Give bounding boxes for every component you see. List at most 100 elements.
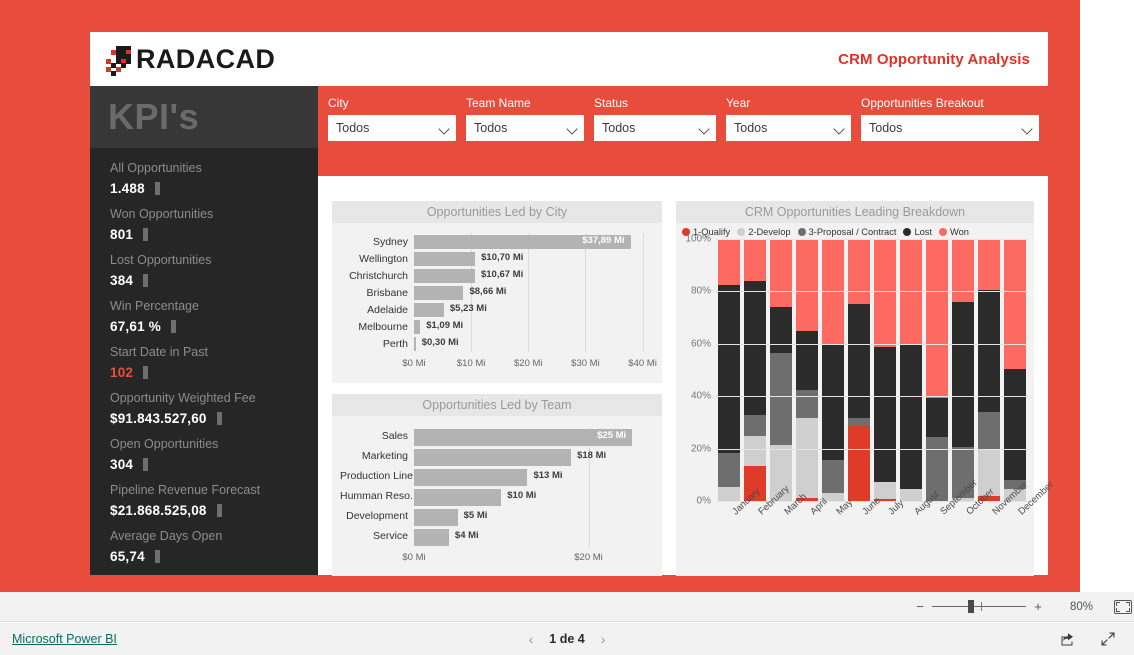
column-segment[interactable] [899, 489, 923, 501]
column-segment[interactable] [925, 397, 949, 437]
bar-fill[interactable] [414, 285, 464, 300]
stacked-column[interactable] [977, 239, 1001, 501]
column-segment[interactable] [899, 343, 923, 490]
column-segment[interactable] [717, 284, 741, 453]
slicer-city: City Todos [328, 96, 456, 141]
column-segment[interactable] [717, 452, 741, 487]
next-page-icon[interactable]: › [601, 631, 606, 647]
column-segment[interactable] [847, 417, 871, 426]
bar-fill[interactable] [414, 469, 528, 486]
bar-row[interactable]: Melbourne $1,09 Mi [340, 318, 654, 335]
column-segment[interactable] [977, 239, 1001, 291]
bar-row[interactable]: Service $4 Mi [340, 526, 654, 548]
column-segment[interactable] [795, 418, 819, 499]
column-segment[interactable] [925, 239, 949, 398]
column-segment[interactable] [1003, 239, 1027, 369]
column-segment[interactable] [847, 425, 871, 501]
bar-fill[interactable] [414, 509, 458, 526]
slicer-dropdown-team-name[interactable]: Todos [466, 115, 584, 141]
column-segment[interactable] [743, 435, 767, 466]
column-segment[interactable] [743, 280, 767, 415]
zoom-control[interactable]: − + [912, 599, 1046, 614]
column-segment[interactable] [977, 290, 1001, 412]
stacked-column[interactable] [821, 239, 845, 501]
bar-row[interactable]: Humman Reso... $10 Mi [340, 486, 654, 508]
stacked-column[interactable] [795, 239, 819, 501]
slicer-dropdown-status[interactable]: Todos [594, 115, 716, 141]
bar-row[interactable]: Sales $25 Mi [340, 426, 654, 448]
kpi-item: Open Opportunities 304 [90, 432, 318, 478]
column-segment[interactable] [795, 389, 819, 419]
legend-item[interactable]: Lost [903, 227, 932, 237]
column-segment[interactable] [743, 414, 767, 436]
bar-track: $10,70 Mi [414, 250, 654, 267]
bar-fill[interactable] [414, 302, 444, 317]
bar-fill[interactable] [414, 449, 572, 466]
chevron-down-icon[interactable] [439, 123, 450, 134]
legend-item[interactable]: 3-Proposal / Contract [797, 227, 896, 237]
chevron-down-icon[interactable] [699, 123, 710, 134]
column-segment[interactable] [743, 239, 767, 281]
chevron-down-icon[interactable] [567, 123, 578, 134]
column-segment[interactable] [769, 239, 793, 308]
column-segment[interactable] [795, 239, 819, 331]
column-segment[interactable] [821, 460, 845, 494]
legend-item[interactable]: Won [939, 227, 969, 237]
stacked-column[interactable] [925, 239, 949, 501]
bar-fill[interactable] [414, 319, 421, 334]
stacked-column[interactable] [717, 239, 741, 501]
bar-row[interactable]: Sydney $37,89 Mi [340, 233, 654, 250]
bar-row[interactable]: Production Line $13 Mi [340, 466, 654, 488]
column-segment[interactable] [847, 239, 871, 304]
column-segment[interactable] [795, 330, 819, 390]
bar-row[interactable]: Brisbane $8,66 Mi [340, 284, 654, 301]
column-segment[interactable] [847, 303, 871, 418]
stacked-column[interactable] [899, 239, 923, 501]
column-segment[interactable] [821, 345, 845, 461]
column-segment[interactable] [769, 352, 793, 445]
gridline [642, 318, 644, 335]
microsoft-power-bi-link[interactable]: Microsoft Power BI [12, 632, 117, 646]
bar-row[interactable]: Adelaide $5,23 Mi [340, 301, 654, 318]
share-icon[interactable] [1060, 631, 1076, 647]
bar-row[interactable]: Perth $0,30 Mi [340, 335, 654, 352]
column-segment[interactable] [951, 301, 975, 448]
fit-to-page-icon[interactable] [1114, 599, 1132, 614]
slicer-dropdown-opportunities-breakout[interactable]: Todos [861, 115, 1039, 141]
bar-row[interactable]: Development $5 Mi [340, 506, 654, 528]
bar-value-label: $18 Mi [577, 449, 607, 461]
stacked-column[interactable] [873, 239, 897, 501]
previous-page-icon[interactable]: ‹ [529, 631, 534, 647]
stacked-column[interactable] [1003, 239, 1027, 501]
bar-fill[interactable] [414, 529, 449, 546]
column-segment[interactable] [717, 239, 741, 285]
stacked-column[interactable] [847, 239, 871, 501]
stacked-column[interactable] [951, 239, 975, 501]
zoom-slider-handle[interactable] [967, 600, 974, 613]
slicer-dropdown-year[interactable]: Todos [726, 115, 851, 141]
bar-row[interactable]: Wellington $10,70 Mi [340, 250, 654, 267]
bar-fill[interactable] [414, 336, 416, 351]
column-segment[interactable] [977, 411, 1001, 450]
bar-fill[interactable] [414, 251, 476, 266]
stacked-column[interactable] [743, 239, 767, 501]
slicer-dropdown-city[interactable]: Todos [328, 115, 456, 141]
zoom-slider[interactable] [932, 600, 1026, 614]
chevron-down-icon[interactable] [1022, 123, 1033, 134]
column-segment[interactable] [873, 346, 897, 482]
column-segment[interactable] [951, 239, 975, 302]
chevron-down-icon[interactable] [834, 123, 845, 134]
bar-row[interactable]: Christchurch $10,67 Mi [340, 267, 654, 284]
column-segment[interactable] [769, 307, 793, 353]
bar-fill[interactable] [414, 489, 502, 506]
bar-row[interactable]: Marketing $18 Mi [340, 446, 654, 468]
column-segment[interactable] [873, 239, 897, 347]
column-segment[interactable] [717, 486, 741, 501]
legend-item[interactable]: 2-Develop [737, 227, 791, 237]
column-segment[interactable] [1003, 368, 1027, 481]
zoom-in-button[interactable]: + [1030, 599, 1046, 614]
bar-fill[interactable] [414, 268, 475, 283]
zoom-out-button[interactable]: − [912, 599, 928, 614]
stacked-column[interactable] [769, 239, 793, 501]
fullscreen-icon[interactable] [1100, 631, 1116, 647]
